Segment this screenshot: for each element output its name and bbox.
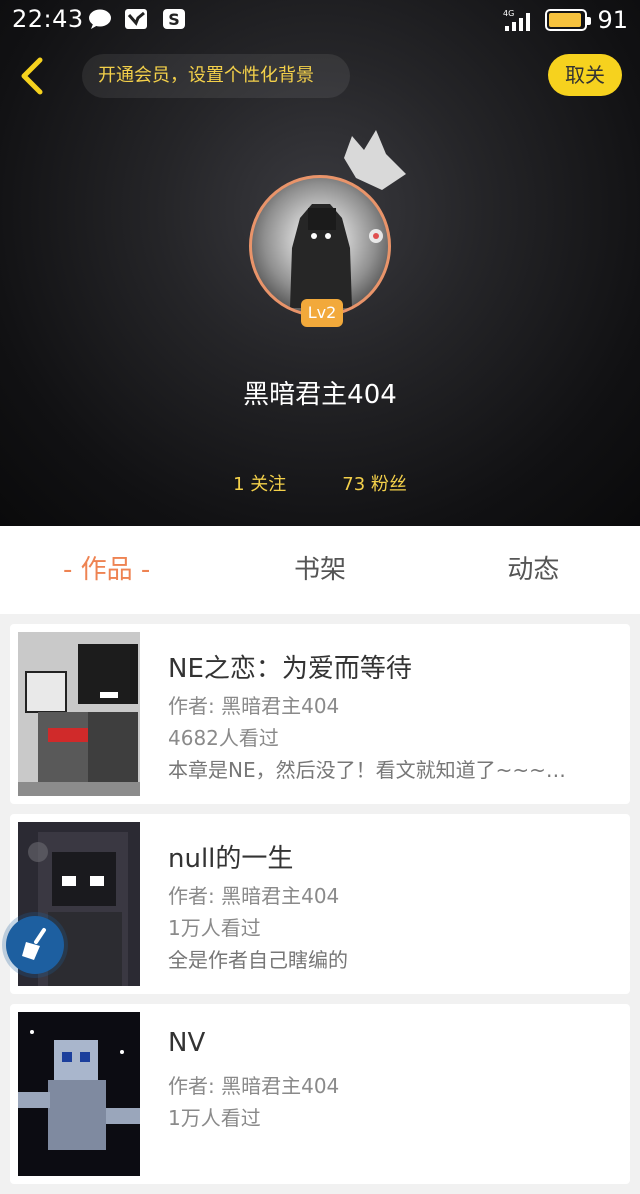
work-title: null的一生 <box>168 844 294 874</box>
unfollow-button[interactable]: 取关 <box>548 54 622 96</box>
work-author: 作者: 黑暗君主404 <box>168 694 340 718</box>
avatar-image <box>290 204 383 308</box>
work-title: NV <box>168 1028 206 1058</box>
followers-count[interactable]: 73 粉丝 <box>342 470 407 496</box>
battery-icon <box>545 9 592 31</box>
floating-broom-button[interactable] <box>6 916 64 974</box>
work-item[interactable]: NV 作者: 黑暗君主404 1万人看过 <box>10 1004 630 1184</box>
chat-bubble-icon <box>89 9 111 29</box>
work-cover <box>18 632 140 796</box>
svg-text:4G: 4G <box>503 9 514 18</box>
works-list: NE之恋：为爱而等待 作者: 黑暗君主404 4682人看过 本章是NE，然后没… <box>10 624 630 1194</box>
tab-works[interactable]: - 作品 - <box>0 526 213 614</box>
work-views: 1万人看过 <box>168 1106 261 1130</box>
notification-icon <box>125 9 147 29</box>
profile-header: 22:43 S 4G 91 开通会员，设置个性化背景 取关 Lv2 黑暗君主40… <box>0 0 640 526</box>
profile-stats: 1 关注 73 粉丝 <box>0 470 640 496</box>
avatar[interactable]: Lv2 <box>249 175 391 327</box>
status-time: 22:43 <box>12 5 84 33</box>
work-views: 1万人看过 <box>168 916 261 940</box>
sogou-icon: S <box>163 9 185 29</box>
tab-bookshelf[interactable]: 书架 <box>213 526 426 614</box>
work-summary: 全是作者自己瞎编的 <box>168 948 348 972</box>
work-views: 4682人看过 <box>168 726 279 750</box>
status-bar: 22:43 S 4G 91 <box>0 0 640 40</box>
work-author: 作者: 黑暗君主404 <box>168 1074 340 1098</box>
level-badge: Lv2 <box>301 299 343 327</box>
profile-tabs: - 作品 - 书架 动态 <box>0 526 640 614</box>
following-count[interactable]: 1 关注 <box>233 470 286 496</box>
username: 黑暗君主404 <box>243 380 397 410</box>
tab-activity[interactable]: 动态 <box>427 526 640 614</box>
svg-text:S: S <box>168 10 180 29</box>
back-arrow-icon[interactable] <box>14 56 54 96</box>
work-item[interactable]: null的一生 作者: 黑暗君主404 1万人看过 全是作者自己瞎编的 <box>10 814 630 994</box>
work-author: 作者: 黑暗君主404 <box>168 884 340 908</box>
work-summary: 本章是NE，然后没了！看文就知道了~~~… <box>168 758 566 782</box>
signal-icon: 4G <box>503 9 531 31</box>
work-title: NE之恋：为爱而等待 <box>168 654 412 684</box>
battery-percent: 91 <box>597 6 628 34</box>
broom-icon <box>22 928 46 960</box>
work-item[interactable]: NE之恋：为爱而等待 作者: 黑暗君主404 4682人看过 本章是NE，然后没… <box>10 624 630 804</box>
vip-background-banner[interactable]: 开通会员，设置个性化背景 <box>82 54 350 98</box>
work-cover <box>18 1012 140 1176</box>
